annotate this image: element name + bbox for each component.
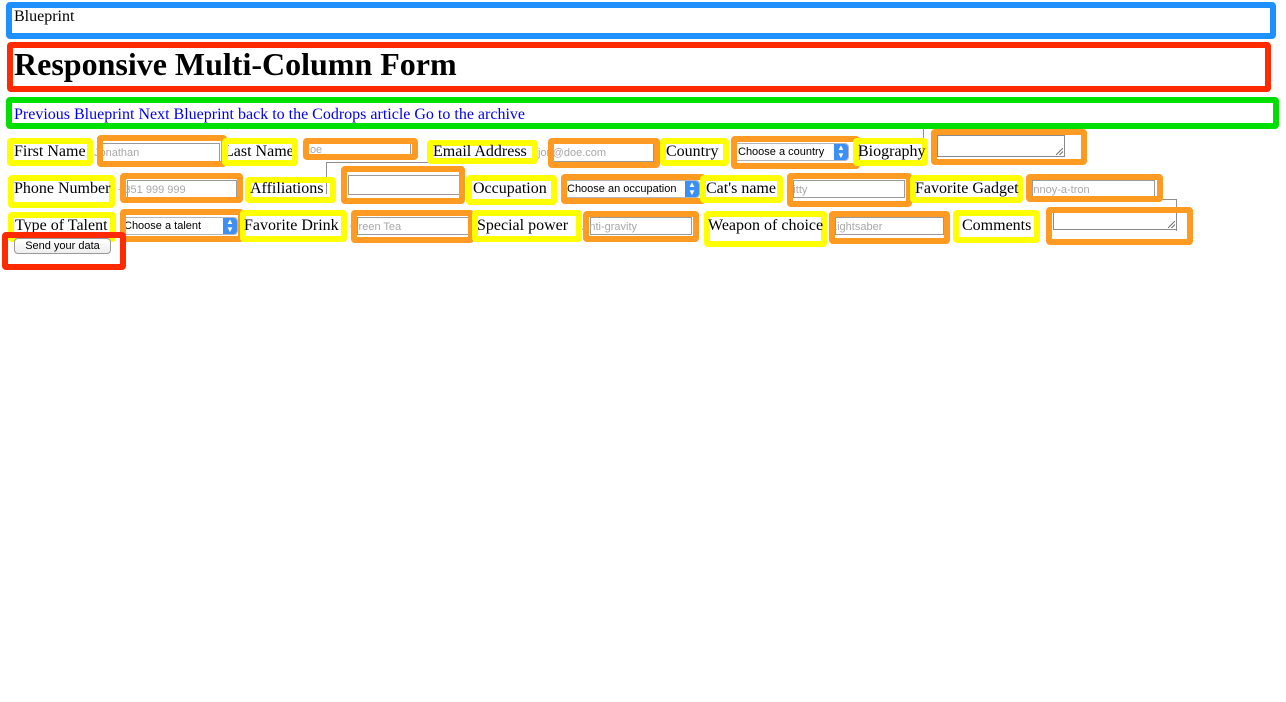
talent-select-box (120, 209, 244, 242)
phone-label: Phone Number (14, 180, 111, 197)
email-field-box (548, 138, 660, 168)
gadget-label: Favorite Gadget (915, 180, 1019, 197)
comments-textarea-box (1046, 207, 1193, 245)
occupation-label: Occupation (473, 180, 547, 197)
email-label: Email Address (433, 143, 527, 160)
site-title: Blueprint (14, 8, 75, 25)
send-data-button-box (2, 232, 126, 270)
affiliations-label: Affiliations (250, 180, 324, 197)
next-blueprint-link[interactable]: Next Blueprint (138, 106, 234, 123)
biography-label: Biography (858, 143, 926, 160)
first-name-label: First Name (14, 143, 86, 160)
previous-blueprint-link[interactable]: Previous Blueprint (14, 106, 134, 123)
drink-field-box (351, 210, 474, 243)
country-label: Country (666, 143, 719, 160)
back-to-article-link[interactable]: back to the Codrops article (238, 106, 410, 123)
comments-label: Comments (962, 217, 1032, 234)
first-name-field-box (97, 135, 227, 167)
biography-textarea-box (931, 129, 1087, 165)
archive-link[interactable]: Go to the archive (414, 106, 525, 123)
power-field-box (583, 211, 699, 242)
weapon-field-box (829, 211, 950, 244)
cats-name-field-box (787, 173, 912, 207)
power-label: Special power (477, 217, 569, 234)
nav-links: Previous Blueprint Next Blueprint back t… (14, 106, 525, 124)
page-title: Responsive Multi-Column Form (14, 46, 457, 82)
country-select-box (731, 136, 860, 169)
occupation-select-box (561, 174, 706, 204)
phone-field-box (120, 173, 243, 203)
drink-label: Favorite Drink (244, 217, 339, 234)
last-name-label-box (222, 138, 298, 166)
affiliations-field-box (341, 166, 465, 204)
weapon-label: Weapon of choice (708, 217, 824, 234)
cats-name-label: Cat's name (706, 180, 776, 197)
site-title-box (6, 2, 1276, 39)
last-name-field-box (303, 138, 418, 160)
gadget-field-box (1026, 174, 1163, 202)
